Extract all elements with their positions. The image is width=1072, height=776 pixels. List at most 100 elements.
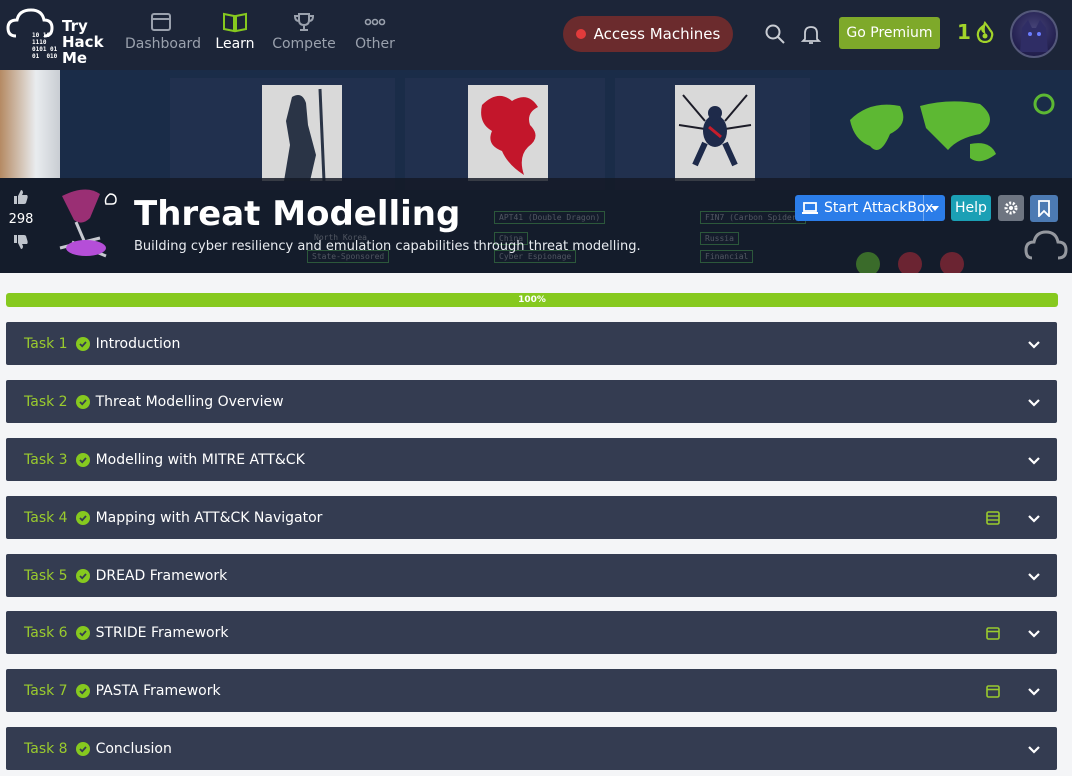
- split-divider: [923, 195, 924, 221]
- browser-window-icon: [151, 13, 171, 31]
- streak-counter[interactable]: 1: [957, 20, 995, 44]
- character-illustration: [0, 70, 60, 178]
- completed-check-icon: [75, 568, 90, 583]
- notification-bell-icon[interactable]: [799, 22, 823, 46]
- completed-check-icon: [75, 336, 90, 351]
- settings-button[interactable]: [998, 195, 1024, 221]
- task-title: Modelling with MITRE ATT&CK: [95, 451, 305, 468]
- help-button[interactable]: Help: [951, 195, 991, 221]
- logo-wordmark: Try Hack Me: [62, 17, 104, 67]
- chevron-down-icon[interactable]: [1026, 683, 1042, 699]
- fire-streak-icon: [976, 21, 994, 43]
- trophy-icon: [293, 13, 315, 31]
- calendar-icon: [986, 627, 1000, 640]
- room-banner: APT41 (Double Dragon) FIN7 (Carbon Spide…: [0, 70, 1072, 273]
- go-premium-button[interactable]: Go Premium: [839, 17, 940, 49]
- nav-learn-label: Learn: [215, 36, 255, 52]
- chevron-down-icon[interactable]: [1026, 510, 1042, 526]
- banner-label: FIN7 (Carbon Spider): [700, 211, 807, 224]
- task-row[interactable]: Task 2 Threat Modelling Overview: [6, 380, 1057, 423]
- task-title: STRIDE Framework: [95, 624, 229, 641]
- avatar-cat-image: [1020, 20, 1048, 52]
- nav-compete[interactable]: Compete: [268, 10, 340, 52]
- progress-fill: 100%: [6, 293, 1058, 307]
- calendar-icon: [986, 685, 1000, 698]
- chevron-down-icon[interactable]: [1026, 452, 1042, 468]
- nav-other[interactable]: Other: [339, 10, 411, 52]
- chevron-down-icon[interactable]: [1026, 625, 1042, 641]
- grim-reaper-poster: [262, 85, 342, 182]
- task-number: Task 7: [24, 682, 68, 699]
- task-row[interactable]: Task 8 Conclusion: [6, 727, 1057, 770]
- task-title: PASTA Framework: [95, 682, 221, 699]
- chevron-down-icon[interactable]: [1026, 394, 1042, 410]
- start-attackbox-label: Start AttackBox: [824, 200, 934, 216]
- completed-check-icon: [75, 394, 90, 409]
- task-number: Task 8: [24, 740, 68, 757]
- access-machines-button[interactable]: Access Machines: [563, 16, 733, 52]
- search-icon[interactable]: [763, 22, 787, 46]
- completed-check-icon: [75, 741, 90, 756]
- completed-check-icon: [75, 625, 90, 640]
- open-book-icon: [223, 12, 247, 33]
- room-rating: 298: [4, 188, 38, 251]
- thumbs-down-icon[interactable]: [12, 233, 30, 251]
- banner-label: Russia: [700, 232, 739, 245]
- nav-dashboard[interactable]: Dashboard: [125, 10, 201, 52]
- task-title: DREAD Framework: [95, 567, 228, 584]
- task-number: Task 3: [24, 451, 68, 468]
- spider-hero-poster: [675, 85, 755, 181]
- access-machines-label: Access Machines: [593, 25, 721, 43]
- nav-dashboard-label: Dashboard: [125, 36, 201, 52]
- task-row[interactable]: Task 5 DREAD Framework: [6, 554, 1057, 597]
- task-number: Task 5: [24, 567, 68, 584]
- task-row[interactable]: Task 4 Mapping with ATT&CK Navigator: [6, 496, 1057, 539]
- task-number: Task 4: [24, 509, 68, 526]
- task-number: Task 6: [24, 624, 68, 641]
- completed-check-icon: [75, 683, 90, 698]
- red-dragon-icon: [481, 95, 538, 175]
- streak-count: 1: [957, 20, 971, 44]
- room-progress-bar: 100%: [6, 293, 1058, 307]
- task-title: Conclusion: [95, 740, 172, 757]
- thumbs-up-icon[interactable]: [12, 188, 30, 206]
- more-dots-icon: [364, 18, 386, 26]
- status-dot-icon: [575, 29, 586, 39]
- task-row[interactable]: Task 7 PASTA Framework: [6, 669, 1057, 712]
- room-subtitle: Building cyber resiliency and emulation …: [134, 239, 641, 254]
- start-attackbox-button[interactable]: Start AttackBox: [795, 195, 945, 221]
- logo-binary-digits: 10 10 1110 0101 01 01 010: [32, 32, 58, 60]
- nav-learn[interactable]: Learn: [199, 10, 271, 52]
- user-avatar[interactable]: [1010, 10, 1058, 58]
- task-title: Introduction: [95, 335, 181, 352]
- likes-count: 298: [8, 212, 34, 227]
- tryhackme-logo[interactable]: 10 10 1110 0101 01 01 010 Try Hack Me: [6, 6, 116, 67]
- chevron-down-icon[interactable]: [1026, 741, 1042, 757]
- completed-check-icon: [75, 452, 90, 467]
- completed-check-icon: [75, 510, 90, 525]
- room-title: Threat Modelling: [134, 194, 461, 234]
- chevron-down-icon[interactable]: [1026, 568, 1042, 584]
- chevron-down-icon[interactable]: [1026, 336, 1042, 352]
- task-row[interactable]: Task 1 Introduction: [6, 322, 1057, 365]
- grim-reaper-icon: [284, 88, 326, 182]
- bookmark-icon: [1038, 200, 1050, 217]
- status-lights-graphic: [856, 252, 964, 273]
- task-row[interactable]: Task 3 Modelling with MITRE ATT&CK: [6, 438, 1057, 481]
- room-icon: [59, 189, 117, 258]
- task-title: Threat Modelling Overview: [95, 393, 284, 410]
- nav-other-label: Other: [355, 36, 395, 52]
- top-navigation-bar: 10 10 1110 0101 01 01 010 Try Hack Me Da…: [0, 0, 1072, 70]
- spider-hero-icon: [678, 94, 752, 167]
- red-dragon-poster: [468, 85, 548, 181]
- progress-label: 100%: [518, 295, 546, 305]
- banner-label: Financial: [700, 250, 754, 263]
- laptop-icon: [802, 202, 818, 214]
- server-icon: [986, 511, 1000, 525]
- task-number: Task 2: [24, 393, 68, 410]
- task-row[interactable]: Task 6 STRIDE Framework: [6, 611, 1057, 654]
- nav-compete-label: Compete: [272, 36, 336, 52]
- dropdown-caret-icon[interactable]: [931, 206, 939, 211]
- world-map-graphic: [850, 93, 1055, 162]
- bookmark-button[interactable]: [1030, 195, 1058, 222]
